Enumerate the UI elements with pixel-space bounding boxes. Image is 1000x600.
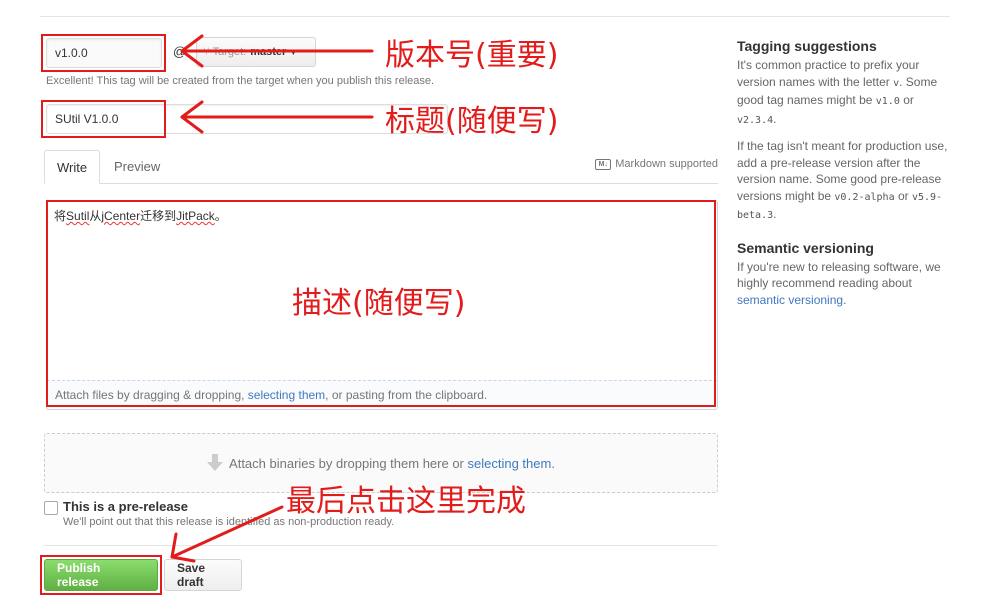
- download-arrow-icon: [207, 454, 224, 472]
- annotation-version: 版本号(重要): [385, 38, 559, 73]
- annotation-publish: 最后点击这里完成: [286, 484, 526, 519]
- annotation-description: 描述(随便写): [292, 286, 466, 321]
- tagging-paragraph-1: It's common practice to prefix your vers…: [737, 58, 938, 126]
- tab-write[interactable]: Write: [44, 150, 101, 184]
- tagging-paragraph-2: If the tag isn't meant for production us…: [737, 139, 948, 221]
- semantic-versioning-title: Semantic versioning: [737, 239, 874, 256]
- binaries-text: Attach binaries by dropping them here or: [229, 455, 468, 471]
- highlight-publish-box: [40, 555, 162, 595]
- markdown-supported[interactable]: M↓ Markdown supported: [595, 158, 718, 170]
- tag-hint: Excellent! This tag will be created from…: [46, 75, 435, 87]
- tagging-suggestions-title: Tagging suggestions: [737, 38, 877, 54]
- top-divider: [40, 16, 950, 17]
- form-divider: [44, 545, 718, 546]
- markdown-label: Markdown supported: [615, 158, 718, 170]
- caret-down-icon: ▼: [289, 47, 298, 57]
- highlight-tag-box: [41, 34, 166, 72]
- semver-paragraph: If you're new to releasing software, we …: [737, 259, 941, 307]
- at-symbol: @: [173, 44, 187, 59]
- tab-preview[interactable]: Preview: [102, 150, 172, 183]
- branch-icon: ⑂: [203, 46, 210, 58]
- prerelease-checkbox[interactable]: [44, 501, 58, 515]
- binaries-select-link[interactable]: selecting them: [468, 456, 552, 471]
- target-branch-button[interactable]: ⑂ Target: master ▼: [196, 37, 316, 67]
- semantic-versioning-link[interactable]: semantic versioning: [737, 293, 843, 307]
- markdown-icon: M↓: [595, 158, 612, 170]
- sidebar: Tagging suggestions It's common practice…: [737, 38, 952, 308]
- target-prefix: Target:: [212, 46, 247, 58]
- save-draft-button[interactable]: Save draft: [164, 559, 242, 591]
- target-branch-name: master: [250, 46, 287, 58]
- prerelease-label[interactable]: This is a pre-release: [63, 499, 188, 514]
- highlight-title-box: [41, 100, 166, 138]
- annotation-title: 标题(随便写): [385, 104, 559, 139]
